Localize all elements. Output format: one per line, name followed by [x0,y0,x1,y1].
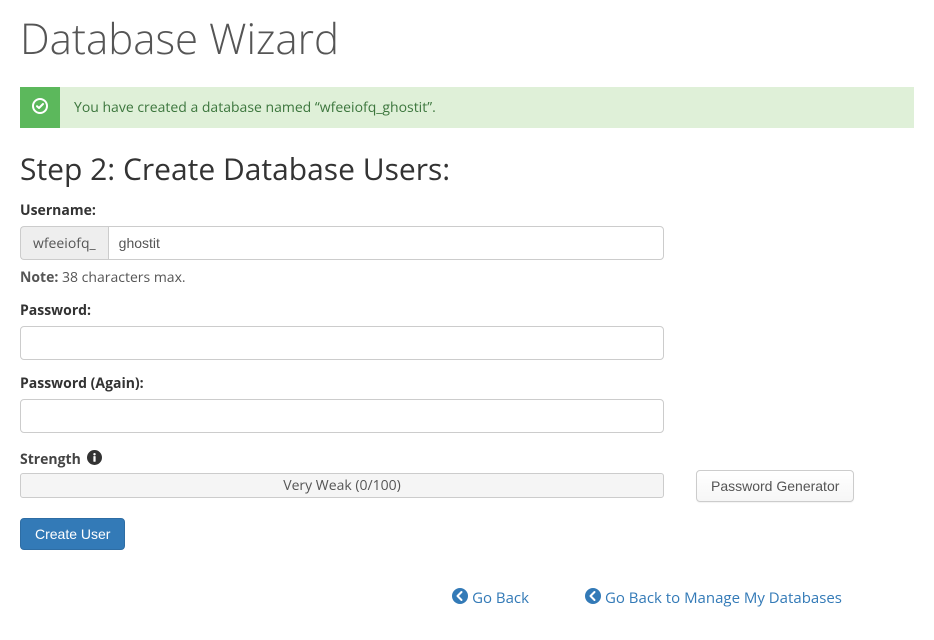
note-text: 38 characters max. [58,268,185,287]
username-label: Username: [20,201,914,220]
footer-links: Go Back Go Back to Manage My Databases [20,588,914,609]
username-note: Note: 38 characters max. [20,268,914,287]
arrow-circle-left-icon [585,588,601,609]
alert-message: You have created a database named “wfeei… [60,87,450,128]
strength-label: Strength [20,450,102,470]
strength-meter: Very Weak (0/100) [20,473,664,498]
page-title: Database Wizard [20,10,914,67]
check-circle-icon [32,97,48,119]
go-back-manage-text: Go Back to Manage My Databases [605,588,842,608]
go-back-text: Go Back [472,588,529,608]
password-label: Password: [20,301,914,320]
success-alert: You have created a database named “wfeei… [20,87,914,128]
username-input-group: wfeeiofq_ [20,226,664,260]
password-generator-button[interactable]: Password Generator [696,470,854,502]
strength-label-text: Strength [20,450,81,469]
go-back-link[interactable]: Go Back [452,588,529,609]
password-input[interactable] [20,326,664,360]
info-circle-icon[interactable] [87,450,102,470]
create-user-button[interactable]: Create User [20,518,125,550]
username-input[interactable] [108,226,664,260]
arrow-circle-left-icon [452,588,468,609]
success-icon-box [20,87,60,128]
note-label: Note: [20,268,58,287]
password-again-input[interactable] [20,399,664,433]
step-heading: Step 2: Create Database Users: [20,148,914,189]
go-back-manage-link[interactable]: Go Back to Manage My Databases [585,588,842,609]
password-again-label: Password (Again): [20,374,914,393]
username-prefix: wfeeiofq_ [20,226,108,260]
